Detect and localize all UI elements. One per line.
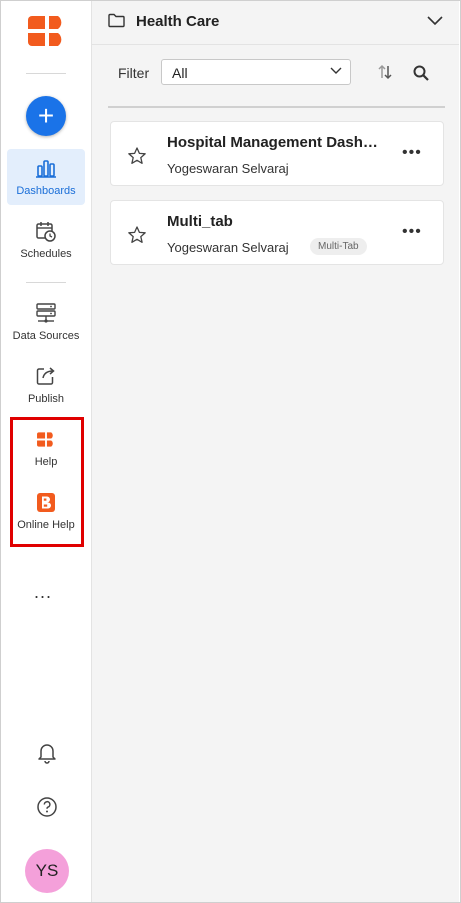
sidebar-item-publish[interactable]: Publish — [7, 357, 85, 413]
folder-header[interactable]: Health Care — [92, 1, 459, 45]
chevron-down-icon — [330, 67, 342, 74]
filter-label: Filter — [118, 65, 150, 81]
bar-chart-icon — [35, 157, 57, 179]
sidebar-divider — [26, 73, 66, 74]
sidebar-item-label: Online Help — [17, 519, 75, 531]
sidebar-item-data-sources[interactable]: Data Sources — [7, 294, 85, 350]
more-options-icon[interactable]: ••• — [402, 144, 422, 162]
item-title: Hospital Management Dashboard — [167, 134, 387, 151]
list-item[interactable]: Multi_tab Yogeswaran Selvaraj Multi-Tab … — [110, 200, 444, 265]
item-tag-badge: Multi-Tab — [310, 238, 367, 255]
more-button[interactable]: ... — [34, 582, 52, 603]
sidebar-item-label: Data Sources — [12, 330, 80, 342]
sidebar-item-dashboards[interactable]: Dashboards — [7, 149, 85, 205]
help-logo-icon — [37, 428, 55, 450]
sort-icon[interactable] — [376, 63, 394, 81]
sidebar-item-help[interactable]: Help — [7, 420, 85, 476]
sidebar-item-label: Dashboards — [16, 185, 76, 197]
page-title: Health Care — [136, 13, 220, 30]
avatar[interactable]: YS — [25, 849, 69, 893]
main-panel: Health Care Filter All Hospital Manageme… — [92, 1, 459, 902]
calendar-clock-icon — [35, 220, 57, 242]
sidebar-divider — [26, 282, 66, 283]
star-icon[interactable] — [127, 225, 147, 245]
sidebar-item-label: Help — [34, 456, 58, 468]
boldbi-icon — [37, 491, 55, 513]
item-title: Multi_tab — [167, 213, 233, 230]
item-author: Yogeswaran Selvaraj — [167, 240, 289, 255]
sidebar-item-online-help[interactable]: Online Help — [7, 483, 85, 539]
sidebar-item-label: Schedules — [20, 248, 72, 260]
item-author: Yogeswaran Selvaraj — [167, 161, 289, 176]
more-options-icon[interactable]: ••• — [402, 223, 422, 241]
share-out-icon — [35, 365, 57, 387]
folder-icon — [108, 13, 125, 28]
server-icon — [35, 302, 57, 324]
question-icon[interactable] — [36, 796, 58, 818]
filter-select[interactable]: All — [161, 59, 351, 85]
chevron-down-icon[interactable] — [426, 15, 444, 27]
list-divider — [108, 106, 445, 108]
sidebar-item-schedules[interactable]: Schedules — [7, 212, 85, 268]
add-button[interactable]: + — [26, 96, 66, 136]
filter-select-value: All — [172, 65, 188, 81]
search-icon[interactable] — [412, 64, 430, 82]
bell-icon[interactable] — [37, 742, 57, 764]
sidebar-item-label: Publish — [27, 393, 65, 405]
star-icon[interactable] — [127, 146, 147, 166]
list-item[interactable]: Hospital Management Dashboard Yogeswaran… — [110, 121, 444, 186]
sidebar: + Dashboards Schedules Data Sources Publ… — [1, 1, 92, 902]
app-logo-icon[interactable] — [28, 13, 66, 49]
